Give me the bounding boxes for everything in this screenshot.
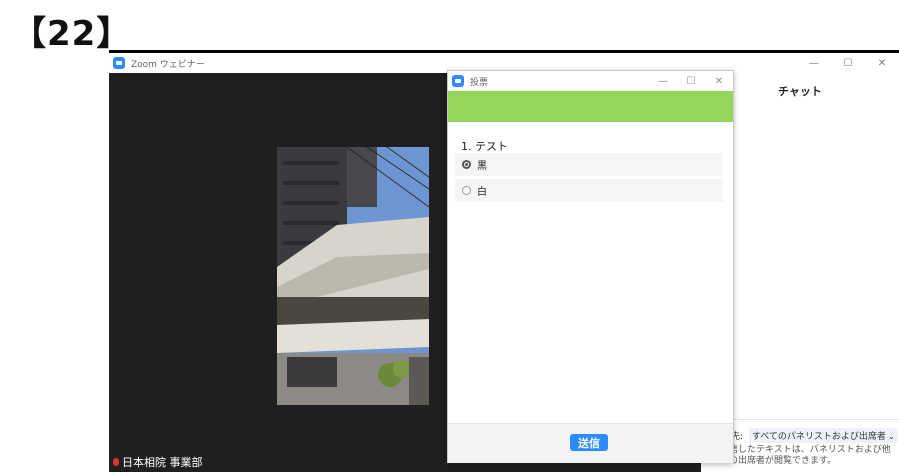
poll-window-controls: — ☐ ✕: [649, 71, 733, 91]
poll-option-white[interactable]: 白: [455, 179, 723, 202]
participant-name-label: 日本相院 事業部: [113, 454, 203, 470]
poll-window: 投票 — ☐ ✕ 1. テスト 黒 白 送信: [447, 70, 734, 463]
poll-option-label: 白: [477, 187, 487, 198]
muted-mic-icon: [113, 458, 119, 466]
chat-recipient: 先: すべてのパネリストおよび出席者 ⌄: [731, 428, 898, 443]
radio-unselected-icon[interactable]: [462, 186, 471, 195]
poll-titlebar: 投票 — ☐ ✕: [448, 71, 733, 91]
chat-recipient-dropdown[interactable]: すべてのパネリストおよび出席者 ⌄: [748, 428, 898, 443]
building-photo-image: [277, 147, 429, 405]
poll-banner: [448, 91, 733, 122]
slide-number-label: 【22】: [12, 14, 132, 54]
chat-hint-text: 信したテキストは、パネリストおよび他の出席者が閲覧できます。: [729, 445, 891, 466]
minimize-button[interactable]: —: [797, 53, 831, 73]
zoom-window-controls: — ☐ ✕: [797, 53, 899, 73]
zoom-logo-icon: [113, 57, 125, 69]
poll-window-title: 投票: [470, 77, 489, 88]
participant-name-text: 日本相院 事業部: [122, 456, 203, 469]
zoom-window-title: Zoom ウェビナー: [131, 59, 205, 70]
chat-recipient-value: すべてのパネリストおよび出席者: [751, 432, 886, 442]
poll-minimize-button[interactable]: —: [649, 71, 677, 91]
maximize-button[interactable]: ☐: [831, 53, 865, 73]
zoom-logo-icon: [452, 75, 464, 87]
poll-option-black[interactable]: 黒: [455, 153, 723, 176]
poll-question: 1. テスト: [461, 140, 508, 153]
speaker-video-frame: [277, 147, 429, 405]
radio-selected-icon[interactable]: [462, 160, 471, 169]
close-button[interactable]: ✕: [865, 53, 899, 73]
chevron-down-icon: ⌄: [887, 432, 895, 441]
poll-maximize-button[interactable]: ☐: [677, 71, 705, 91]
submit-button[interactable]: 送信: [570, 434, 608, 451]
poll-footer: 送信: [448, 423, 733, 463]
poll-close-button[interactable]: ✕: [705, 71, 733, 91]
poll-option-label: 黒: [477, 161, 487, 172]
